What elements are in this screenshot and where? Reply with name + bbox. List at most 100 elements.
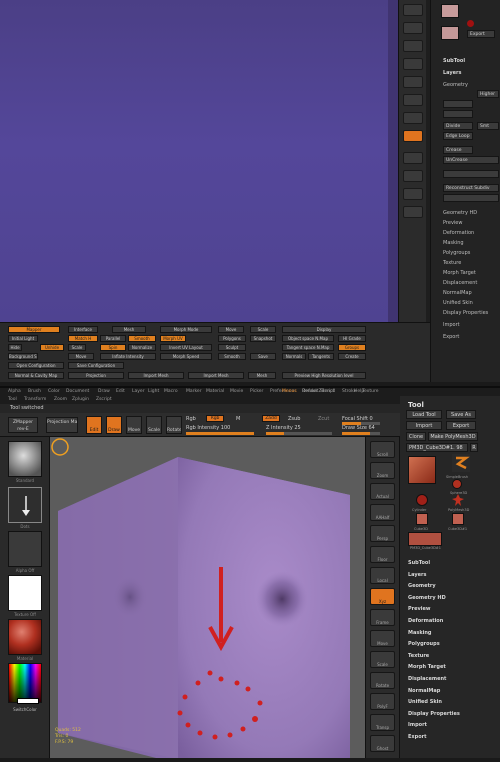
cylinder-icon[interactable] xyxy=(416,494,428,506)
zadd-toggle[interactable]: Zadd xyxy=(262,415,280,422)
panel-item-deformation[interactable]: Deformation xyxy=(443,230,474,236)
object-space-nmap-button[interactable]: Object space N.Map xyxy=(282,335,334,342)
smooth-button[interactable]: Smooth xyxy=(128,335,156,342)
del-hidden-button[interactable] xyxy=(443,194,499,202)
tool-item-preview[interactable]: Preview xyxy=(408,606,431,612)
menu-item[interactable]: Material xyxy=(206,389,224,394)
tray-button[interactable] xyxy=(403,58,423,70)
tool-item-normalmap[interactable]: NormalMap xyxy=(408,688,440,694)
make-polymesh-button[interactable]: Make PolyMesh3D xyxy=(428,432,478,441)
menu-item[interactable]: Macro xyxy=(164,389,178,394)
projection-button[interactable]: Projection xyxy=(68,372,124,379)
morph-speed-slider[interactable]: Morph Speed xyxy=(160,353,212,360)
tangent-space-nmap-button[interactable]: Tangent space N.Map xyxy=(282,344,334,351)
rgb-toggle[interactable]: Rgb xyxy=(206,415,224,422)
move-button[interactable]: Move xyxy=(126,416,142,434)
current-tool-thumbnail[interactable] xyxy=(408,456,436,484)
texture-thumbnail[interactable] xyxy=(8,575,42,611)
scale-button[interactable]: Scale xyxy=(146,416,162,434)
tab-morph-mode[interactable]: Morph Mode xyxy=(160,326,212,333)
menu-item[interactable]: Movie xyxy=(230,389,243,394)
tray-button[interactable] xyxy=(403,112,423,124)
tray-button-actual[interactable]: Actual xyxy=(370,483,395,500)
panel-item-geometry[interactable]: Geometry xyxy=(443,82,468,88)
panel-item-displacement[interactable]: Displacement xyxy=(443,280,477,286)
smt-button[interactable]: Smt xyxy=(477,122,499,130)
menu-item[interactable]: Tool xyxy=(8,397,17,402)
load-tool-button[interactable]: Load Tool xyxy=(406,410,442,419)
save-as-button[interactable]: Save As xyxy=(446,410,476,419)
projection-master-button[interactable]: Projection Master xyxy=(46,417,78,433)
panel-item-subtool[interactable]: SubTool xyxy=(443,58,465,64)
simplebrush-icon[interactable] xyxy=(452,454,470,472)
tray-button[interactable] xyxy=(403,76,423,88)
tool-item-layers[interactable]: Layers xyxy=(408,572,427,578)
sphere3d-icon[interactable] xyxy=(452,479,462,489)
m-toggle[interactable]: M xyxy=(236,416,240,422)
menu-item[interactable]: Layer xyxy=(132,389,145,394)
tool-item-import[interactable]: Import xyxy=(408,722,427,728)
tool-item-morph-target[interactable]: Morph Target xyxy=(408,664,446,670)
tool-item-geometry-hd[interactable]: Geometry HD xyxy=(408,595,446,601)
draw-size-slider[interactable] xyxy=(342,432,380,435)
menu-item[interactable]: Alpha xyxy=(8,389,21,394)
tangents-button[interactable]: Tangents xyxy=(308,353,334,360)
groups-button[interactable]: Groups xyxy=(338,344,366,351)
panel-item-preview[interactable]: Preview xyxy=(443,220,462,226)
unhide-button[interactable]: Unhide xyxy=(40,344,64,351)
canvas-viewport-top[interactable] xyxy=(0,0,398,322)
sculpt-button[interactable]: Sculpt xyxy=(218,344,246,351)
save-button[interactable]: Save xyxy=(250,353,276,360)
tray-button[interactable] xyxy=(403,152,423,164)
export-button[interactable]: Export xyxy=(467,30,495,38)
normal-cavity-map-button[interactable]: Normal & Cavity Map xyxy=(8,372,64,379)
panel-item-layers[interactable]: Layers xyxy=(443,70,462,76)
hide-button[interactable]: Hide xyxy=(8,344,22,351)
scale-button[interactable]: Scale xyxy=(68,344,86,351)
tool-item-export[interactable]: Export xyxy=(408,734,427,740)
menu-item[interactable]: Document xyxy=(66,389,89,394)
invert-uv-layout-button[interactable]: Invert UV Layout xyxy=(160,344,212,351)
tray-button[interactable] xyxy=(403,94,423,106)
rgb-label[interactable]: Rgb xyxy=(186,416,196,422)
tray-button[interactable] xyxy=(403,22,423,34)
menu-item[interactable]: Picker xyxy=(250,389,263,394)
tray-button-persp[interactable]: Persp xyxy=(370,525,395,542)
menu-item[interactable]: Marker xyxy=(186,389,202,394)
tab-display[interactable]: Display xyxy=(282,326,366,333)
menu-item[interactable]: Edit xyxy=(116,389,125,394)
rgb-intensity-label[interactable]: Rgb Intensity 100 xyxy=(186,425,230,431)
menu-item[interactable]: Zscript xyxy=(96,397,112,402)
menu-item-right[interactable]: DefaultZScript xyxy=(302,389,335,394)
edge-loop-button[interactable]: Edge Loop xyxy=(443,132,473,140)
preview-high-res-button[interactable]: Preview High Resolution level xyxy=(282,372,366,379)
panel-item-display-properties[interactable]: Display Properties xyxy=(443,310,488,316)
tray-button[interactable] xyxy=(403,40,423,52)
normals-button[interactable]: Normals xyxy=(282,353,306,360)
polymesh3d-icon[interactable] xyxy=(452,494,464,506)
alpha-thumbnail[interactable] xyxy=(8,531,42,567)
tool-item-geometry[interactable]: Geometry xyxy=(408,583,436,589)
panel-item-polygroups[interactable]: Polygroups xyxy=(443,250,470,256)
canvas-viewport-bottom[interactable] xyxy=(50,437,365,759)
morph-uv-button[interactable]: Morph UV xyxy=(160,335,186,342)
tray-button-ghost[interactable]: Ghost xyxy=(370,735,395,752)
tray-button-move[interactable]: Move xyxy=(370,630,395,647)
tool-item-masking[interactable]: Masking xyxy=(408,630,432,636)
menu-item[interactable]: Color xyxy=(48,389,60,394)
zmapper-button[interactable]: ZMapper rev-E xyxy=(8,417,38,433)
cube3d-1-icon[interactable] xyxy=(452,513,464,525)
menu-item[interactable]: Light xyxy=(148,389,159,394)
uncrease-button[interactable]: UnCrease xyxy=(443,156,499,164)
panel-item-texture[interactable]: Texture xyxy=(443,260,461,266)
xyz-button[interactable] xyxy=(403,130,423,142)
panel-item-masking[interactable]: Masking xyxy=(443,240,464,246)
tab-scale[interactable]: Scale xyxy=(250,326,276,333)
menu-item-right[interactable]: Help xyxy=(354,389,364,394)
tool-item-displacement[interactable]: Displacement xyxy=(408,676,446,682)
tab-move[interactable]: Move xyxy=(218,326,244,333)
color-swatch[interactable] xyxy=(441,26,459,40)
import-button[interactable]: Import xyxy=(406,421,442,430)
brush-thumbnail[interactable] xyxy=(8,441,42,477)
menu-item[interactable]: Brush xyxy=(28,389,41,394)
